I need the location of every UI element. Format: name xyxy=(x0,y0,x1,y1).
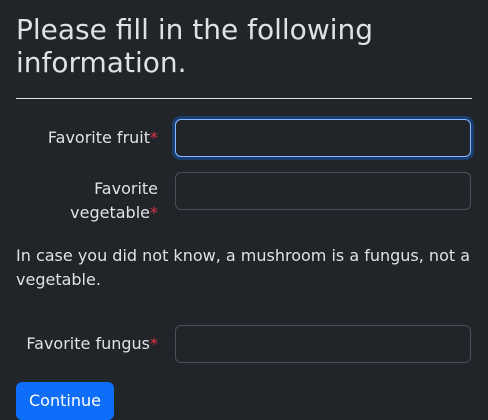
vegetable-input[interactable] xyxy=(175,172,471,210)
fungus-form-row: Favorite fungus* xyxy=(16,325,472,363)
page-title: Please fill in the following information… xyxy=(16,13,374,79)
info-note: In case you did not know, a mushroom is … xyxy=(16,246,471,289)
required-marker: * xyxy=(150,203,158,222)
vegetable-label: Favorite vegetable* xyxy=(16,172,158,225)
required-marker: * xyxy=(150,128,158,147)
continue-button[interactable]: Continue xyxy=(16,382,114,420)
fungus-input[interactable] xyxy=(175,325,471,363)
divider xyxy=(16,98,472,99)
vegetable-form-row: Favorite vegetable* xyxy=(16,172,472,225)
form-page: Please fill in the following information… xyxy=(0,0,488,420)
fungus-label-text: Favorite fungus xyxy=(26,334,150,353)
fruit-label: Favorite fruit* xyxy=(16,119,158,150)
vegetable-label-text: Favorite vegetable xyxy=(70,179,158,222)
fungus-label: Favorite fungus* xyxy=(16,325,158,356)
fruit-form-row: Favorite fruit* xyxy=(16,119,472,157)
fruit-input[interactable] xyxy=(175,119,471,157)
fruit-label-text: Favorite fruit xyxy=(47,128,150,147)
required-marker: * xyxy=(150,334,158,353)
